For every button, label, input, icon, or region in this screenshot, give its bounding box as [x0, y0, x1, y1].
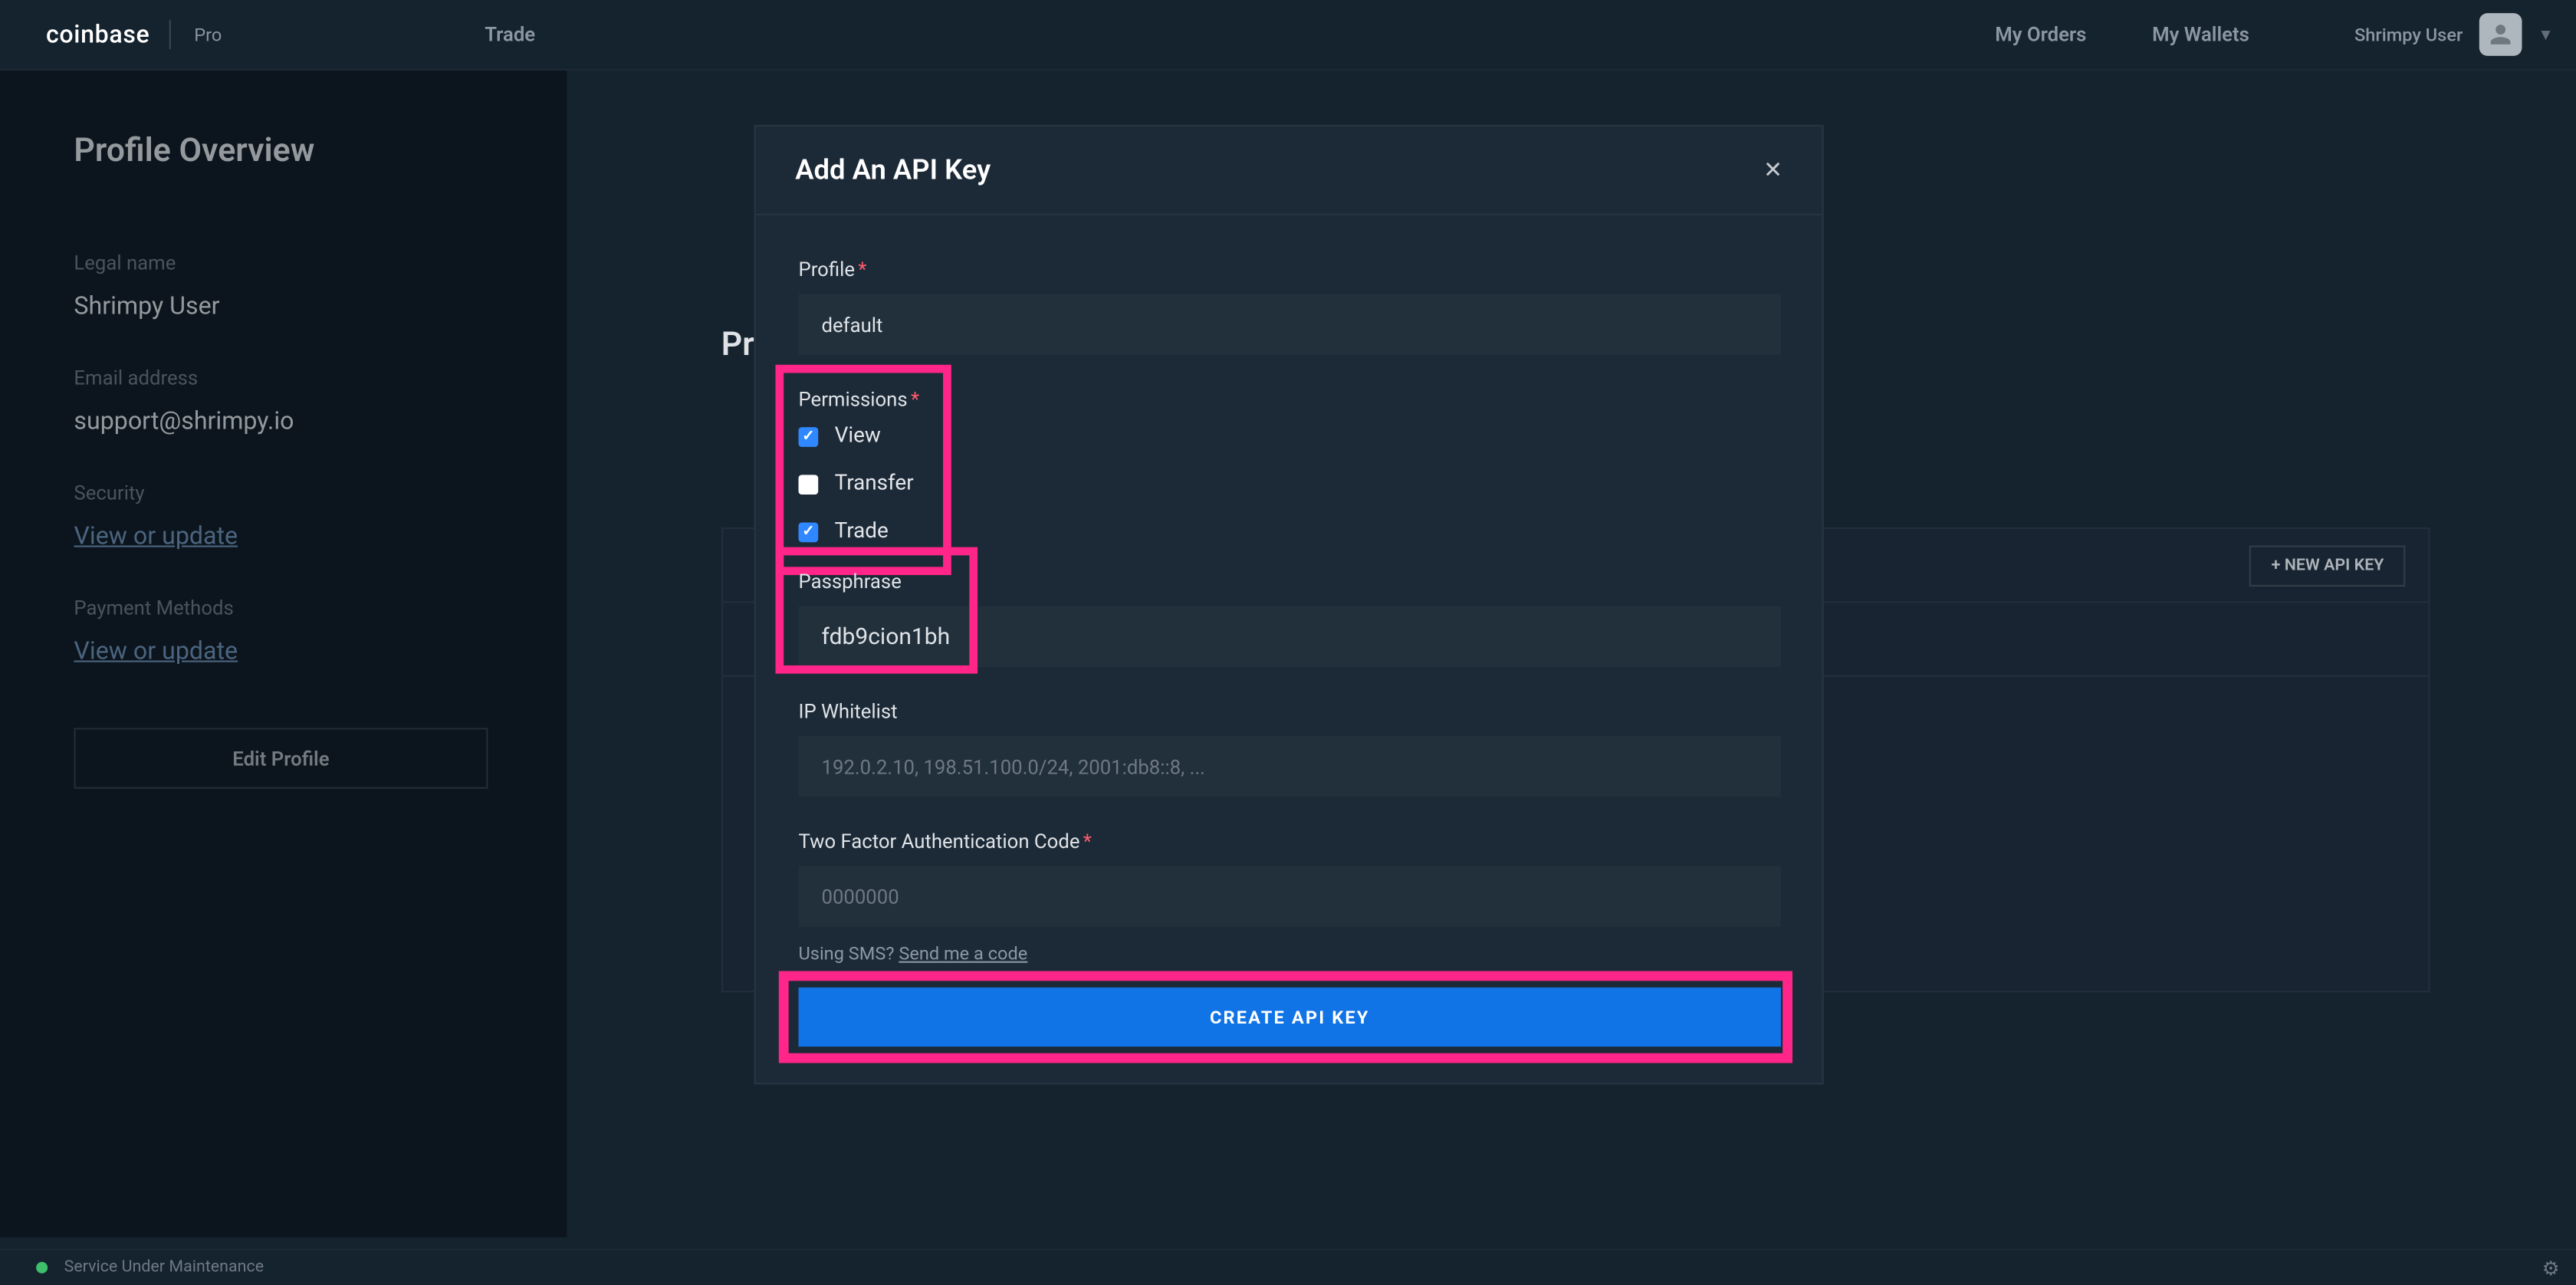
security-label: Security	[74, 481, 492, 504]
permissions-label: Permissions*	[798, 388, 1779, 411]
ip-whitelist-label: IP Whitelist	[798, 700, 1779, 723]
email-label: Email address	[74, 366, 492, 389]
perm-view-checkbox[interactable]: ✓ View	[798, 424, 1779, 449]
avatar	[2479, 13, 2522, 56]
sms-hint: Using SMS? Send me a code	[798, 943, 1779, 965]
logo-pro: Pro	[194, 24, 222, 45]
sidebar: Profile Overview Legal name Shrimpy User…	[0, 71, 567, 1237]
checkbox-icon	[798, 474, 818, 494]
create-api-key-button[interactable]: CREATE API KEY	[798, 988, 1781, 1047]
logo-separator	[169, 20, 171, 50]
page-title-partial: Pr	[721, 324, 754, 363]
new-api-key-button[interactable]: + NEW API KEY	[2250, 544, 2406, 586]
user-menu[interactable]: Shrimpy User ▾	[2354, 13, 2550, 56]
add-api-key-modal: Add An API Key ✕ Profile* Permissions* ✓…	[754, 125, 1824, 1085]
tfa-label: Two Factor Authentication Code*	[798, 830, 1779, 853]
legal-name-label: Legal name	[74, 251, 492, 274]
tfa-input[interactable]	[798, 866, 1781, 926]
perm-trade-checkbox[interactable]: ✓ Trade	[798, 519, 1779, 544]
send-code-link[interactable]: Send me a code	[899, 943, 1027, 965]
email-value: support@shrimpy.io	[74, 406, 492, 435]
gear-icon[interactable]: ⚙	[2542, 1256, 2560, 1279]
profile-field: Profile*	[798, 258, 1779, 354]
passphrase-input[interactable]	[798, 606, 1781, 667]
checkbox-icon: ✓	[798, 521, 818, 541]
header: coinbase Pro Trade My Orders My Wallets …	[0, 0, 2576, 71]
payment-link[interactable]: View or update	[74, 636, 492, 666]
nav-wallets[interactable]: My Wallets	[2152, 23, 2249, 46]
security-link[interactable]: View or update	[74, 521, 492, 550]
perm-transfer-checkbox[interactable]: Transfer	[798, 472, 1779, 496]
edit-profile-button[interactable]: Edit Profile	[74, 728, 488, 788]
ip-whitelist-input[interactable]	[798, 736, 1781, 797]
logo-text: coinbase	[46, 20, 150, 50]
user-name: Shrimpy User	[2354, 24, 2463, 45]
payment-label: Payment Methods	[74, 596, 492, 619]
passphrase-label: Passphrase	[798, 570, 1779, 593]
modal-title: Add An API Key	[795, 153, 991, 186]
status-bar: Service Under Maintenance ⚙	[0, 1249, 2576, 1285]
sidebar-title: Profile Overview	[74, 130, 492, 169]
status-dot-icon	[36, 1262, 48, 1273]
nav-trade[interactable]: Trade	[485, 23, 535, 46]
logo[interactable]: coinbase Pro	[46, 20, 222, 50]
profile-input[interactable]	[798, 294, 1781, 355]
profile-label: Profile*	[798, 258, 1779, 281]
legal-name-value: Shrimpy User	[74, 291, 492, 320]
checkbox-icon: ✓	[798, 426, 818, 446]
close-icon[interactable]: ✕	[1763, 157, 1783, 183]
nav-orders[interactable]: My Orders	[1995, 23, 2086, 46]
chevron-down-icon: ▾	[2542, 25, 2550, 44]
status-text: Service Under Maintenance	[64, 1259, 264, 1277]
